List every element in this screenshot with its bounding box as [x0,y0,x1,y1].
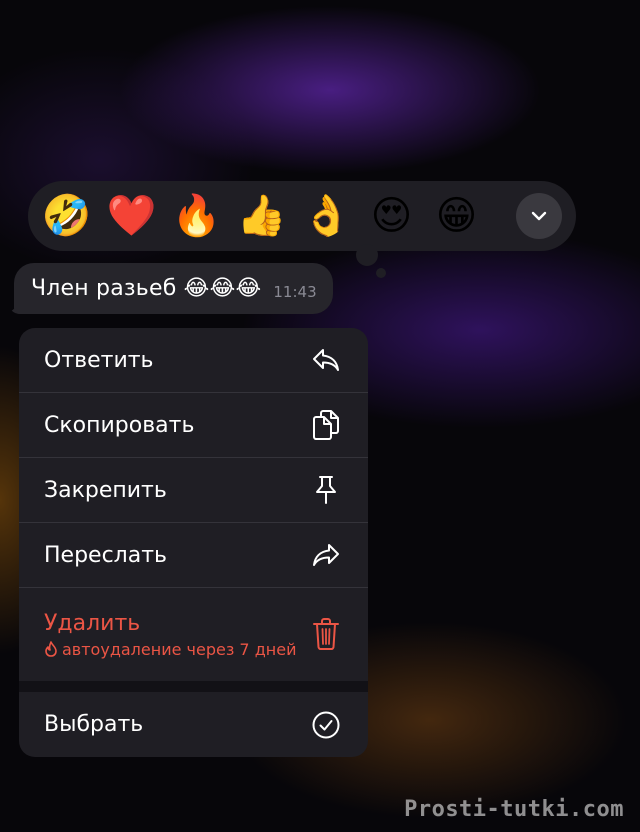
picker-tail-dot [356,244,378,266]
copy-icon [310,409,342,441]
message-text: Член разьеб 😂😂😂 [31,276,262,301]
trash-icon [310,618,342,650]
menu-item-delete[interactable]: Удалить автоудаление через 7 дней [19,588,368,681]
reaction-heart-eyes[interactable]: 😍 [359,181,424,251]
menu-item-pin[interactable]: Закрепить [19,458,368,522]
auto-delete-note: автоудаление через 7 дней [44,640,296,659]
reaction-thumbs-up[interactable]: 👍 [229,181,294,251]
forward-icon [310,539,342,571]
reaction-fire[interactable]: 🔥 [164,181,229,251]
menu-item-forward[interactable]: Переслать [19,523,368,587]
context-menu: Ответить Скопировать Закрепить Переслать… [19,328,368,757]
reaction-rofl[interactable]: 🤣 [34,181,99,251]
watermark: Prosti-tutki.com [404,797,624,822]
menu-item-reply[interactable]: Ответить [19,328,368,392]
menu-item-label: Ответить [44,347,154,373]
reply-icon [310,344,342,376]
menu-item-label: Выбрать [44,712,144,737]
delete-text-group: Удалить автоудаление через 7 дней [44,611,296,659]
checkmark-circle-icon [310,709,342,741]
reaction-heart[interactable]: ❤️ [99,181,164,251]
pin-icon [310,474,342,506]
reaction-ok-hand[interactable]: 👌 [294,181,359,251]
picker-tail-dot-small [376,268,386,278]
menu-item-select[interactable]: Выбрать [19,692,368,757]
auto-delete-text: автоудаление через 7 дней [62,639,297,659]
message-time: 11:43 [273,282,317,301]
reaction-grin[interactable]: 😁 [424,181,489,251]
chevron-down-icon [531,211,547,221]
reaction-picker: 🤣 ❤️ 🔥 👍 👌 😍 😁 [28,181,576,251]
menu-item-label: Удалить [44,610,141,636]
menu-item-label: Закрепить [44,477,167,503]
menu-item-label: Скопировать [44,412,195,438]
menu-item-copy[interactable]: Скопировать [19,393,368,457]
menu-section-gap [19,681,368,692]
more-reactions-button[interactable] [516,193,562,239]
menu-item-label: Переслать [44,542,167,568]
message-bubble: Член разьеб 😂😂😂 11:43 [14,263,333,314]
flame-icon [45,641,57,657]
